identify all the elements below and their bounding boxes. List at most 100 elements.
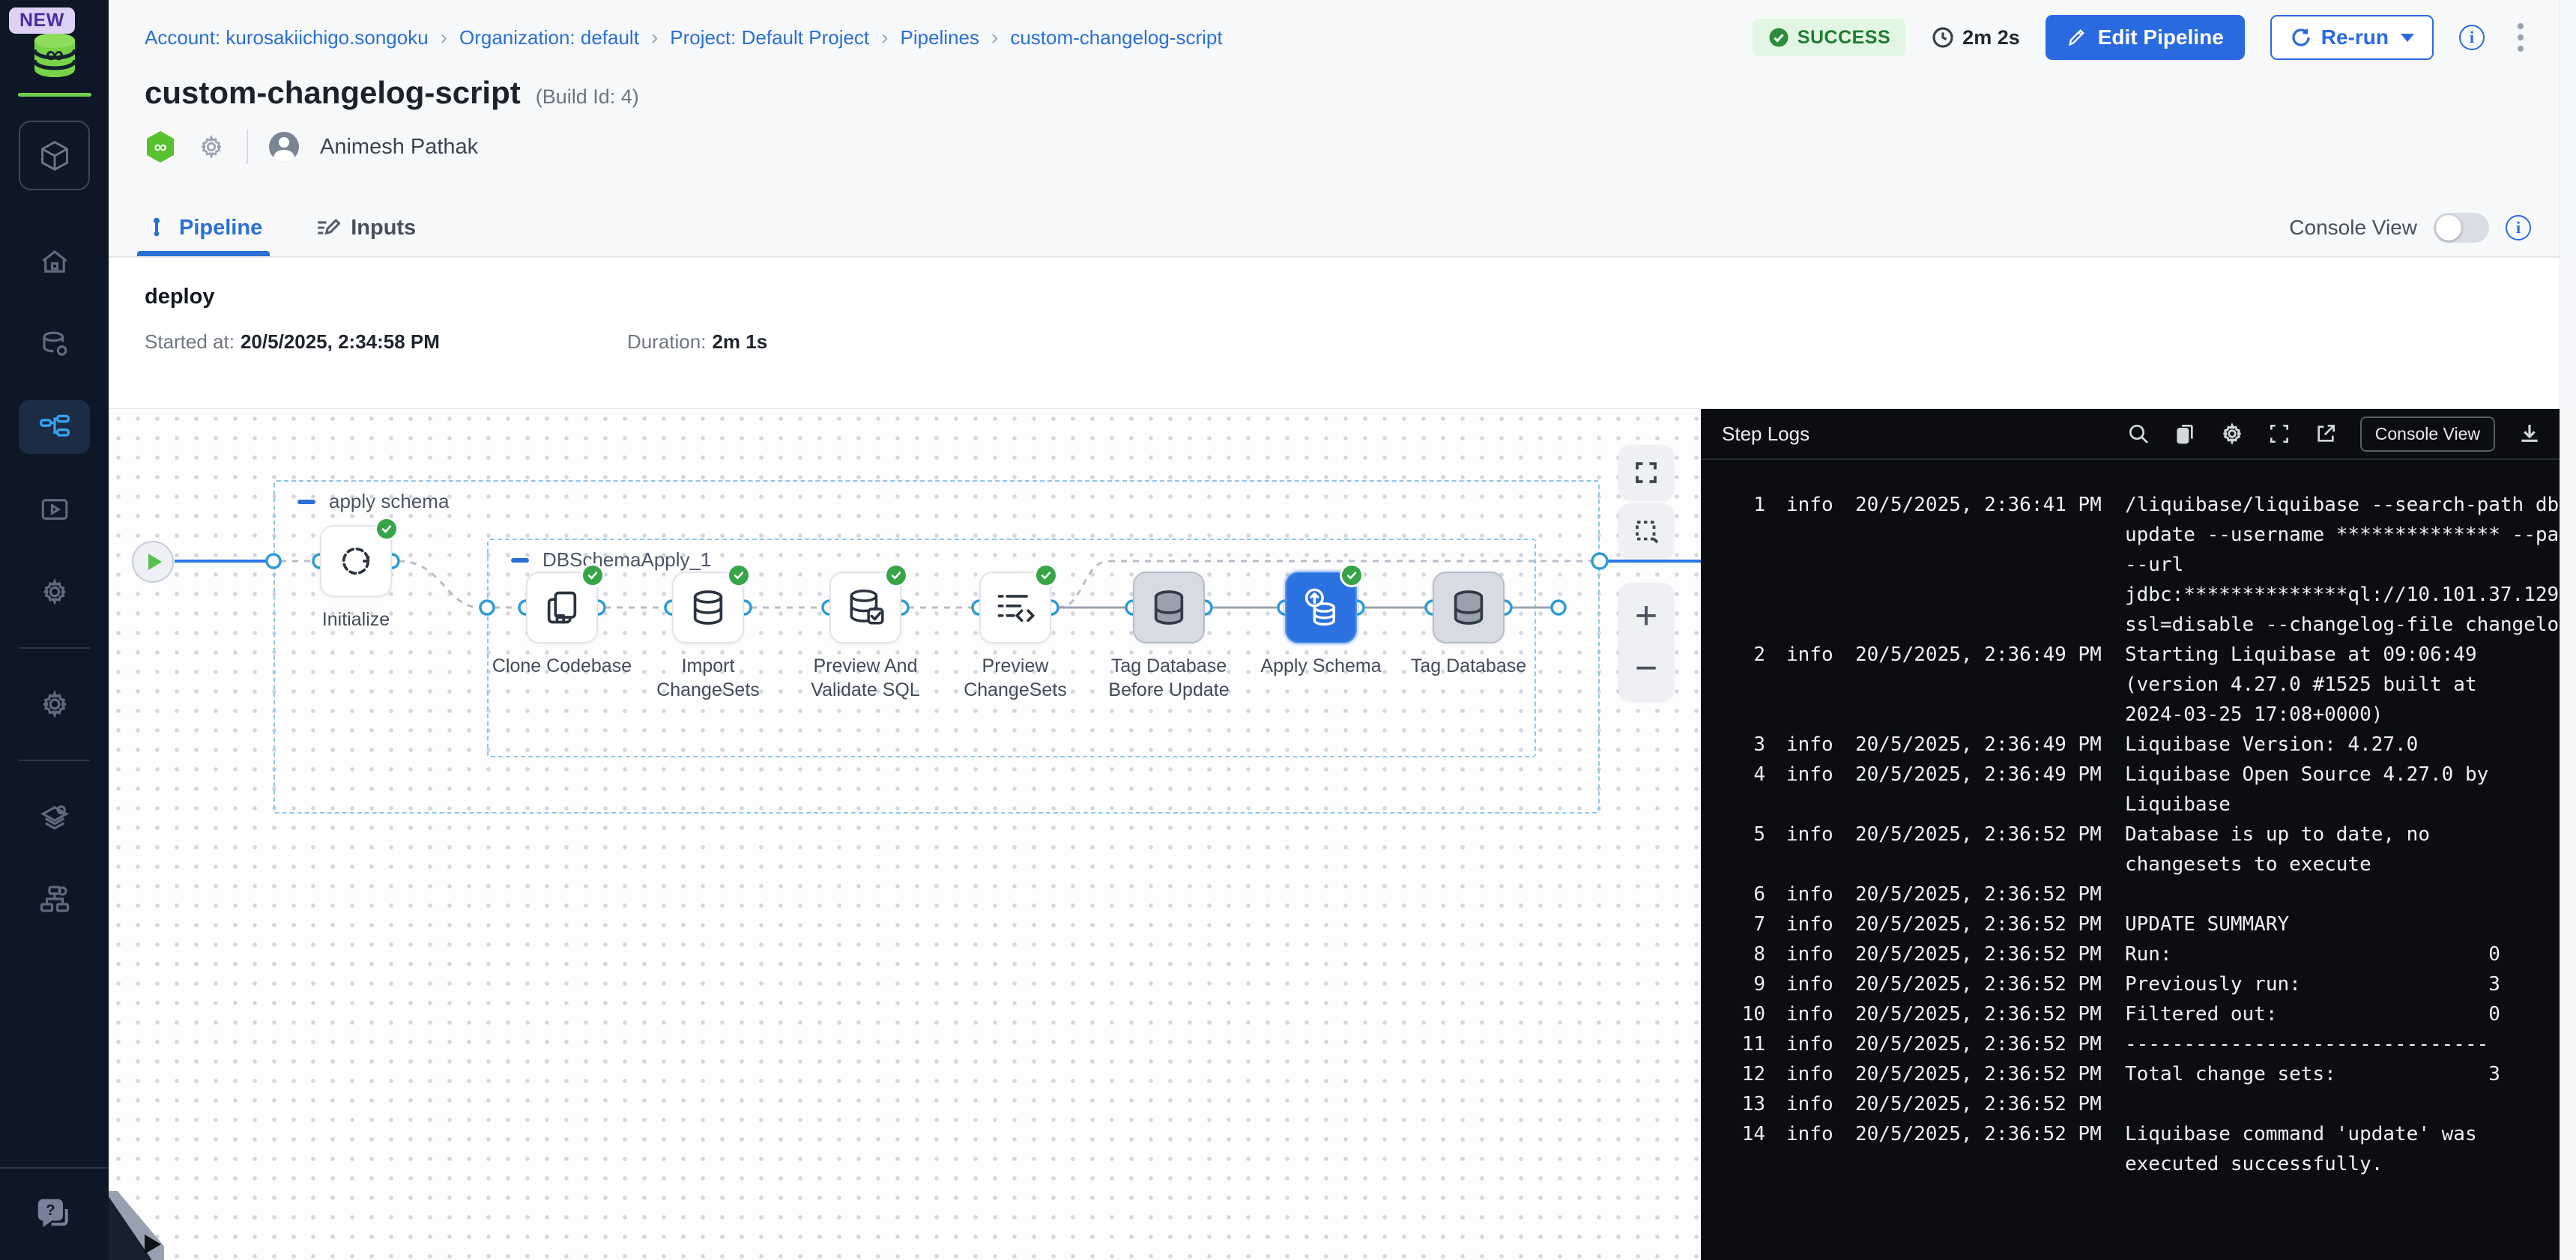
breadcrumb-item[interactable]: Pipelines	[900, 26, 979, 49]
help-chat-button[interactable]: ?	[32, 1194, 77, 1238]
log-line: 6info20/5/2025, 2:36:52 PM	[1723, 879, 2576, 909]
stage-name: deploy	[145, 285, 2540, 309]
log-line: 14info20/5/2025, 2:36:52 PMLiquibase com…	[1723, 1119, 2576, 1179]
log-line-number: 3	[1723, 730, 1765, 760]
expand-logs-icon[interactable]	[2267, 422, 2291, 446]
log-message: Previously run: 3	[2125, 969, 2576, 999]
pipeline-step-import-changesets[interactable]	[672, 572, 744, 643]
pipeline-step-apply-schema[interactable]	[1285, 572, 1357, 643]
log-line: 13info20/5/2025, 2:36:52 PM	[1723, 1089, 2576, 1119]
canvas-fullscreen-button[interactable]	[1618, 445, 1674, 500]
success-check-icon	[1034, 563, 1058, 587]
sidebar-item-project-settings[interactable]	[19, 677, 90, 731]
rerun-info-icon[interactable]: i	[2459, 25, 2485, 50]
log-message: Database is up to date, no changesets to…	[2125, 820, 2576, 879]
meta-divider	[247, 130, 248, 164]
database-filled-icon	[1434, 573, 1503, 642]
console-view-info-icon[interactable]: i	[2506, 215, 2531, 240]
pipeline-step-tag-database[interactable]	[1433, 572, 1505, 643]
sidebar-item-environments[interactable]	[19, 790, 90, 843]
success-check-icon	[581, 563, 605, 587]
download-logs-icon[interactable]	[2518, 422, 2542, 446]
gear-icon	[39, 576, 70, 608]
log-level: info	[1786, 640, 1834, 730]
group-label-apply-schema: apply schema	[297, 490, 449, 513]
execution-play-icon	[39, 494, 70, 525]
sidebar-item-home[interactable]	[19, 235, 90, 289]
log-line-number: 7	[1723, 909, 1765, 939]
collapse-icon[interactable]	[297, 500, 315, 504]
sidebar-item-services[interactable]	[19, 872, 90, 926]
svg-text:∞: ∞	[154, 137, 166, 157]
copy-icon[interactable]	[2173, 422, 2197, 446]
pipeline-step-tag-database-before-update[interactable]	[1133, 572, 1205, 643]
pipeline-canvas[interactable]: apply schema DBSchemaApply_1	[109, 409, 1701, 1260]
log-level: info	[1786, 730, 1834, 760]
zoom-in-button[interactable]: +	[1635, 590, 1657, 642]
pipeline-step-initialize[interactable]	[320, 525, 392, 597]
step-logs-body[interactable]: 1info20/5/2025, 2:36:41 PM/liquibase/liq…	[1701, 460, 2576, 1260]
tabs: Pipeline Inputs	[145, 199, 416, 256]
breadcrumb-item[interactable]: Account: kurosakiichigo.songoku	[145, 26, 429, 49]
step-label: Tag Database	[1394, 654, 1544, 678]
open-external-icon[interactable]	[2314, 422, 2338, 446]
infinity-glyph: ∞	[45, 40, 63, 69]
rerun-button[interactable]: Re-run	[2270, 15, 2434, 60]
log-line-number: 10	[1723, 999, 1765, 1029]
log-settings-gear-icon[interactable]	[2219, 421, 2245, 446]
success-check-icon	[1340, 563, 1364, 587]
breadcrumb-item[interactable]: Project: Default Project	[670, 26, 869, 49]
pipeline-start-node[interactable]	[132, 541, 174, 583]
log-message: Liquibase Version: 4.27.0	[2125, 730, 2576, 760]
stage-info-bar: deploy Started at:20/5/2025, 2:34:58 PM …	[109, 258, 2576, 408]
log-line-number: 6	[1723, 879, 1765, 909]
breadcrumb-separator: ›	[651, 25, 658, 49]
more-options-menu[interactable]	[2510, 19, 2531, 56]
breadcrumb-item[interactable]: Organization: default	[459, 26, 639, 49]
log-line-number: 13	[1723, 1089, 1765, 1119]
step-label: Apply Schema	[1246, 654, 1396, 678]
sidebar: NEW ∞	[0, 0, 109, 1260]
log-level: info	[1786, 1059, 1834, 1089]
canvas-select-button[interactable]	[1618, 503, 1674, 559]
log-line: 5info20/5/2025, 2:36:52 PMDatabase is up…	[1723, 820, 2576, 879]
gear-bold-icon	[38, 688, 71, 721]
new-badge: NEW	[9, 7, 75, 34]
zoom-out-button[interactable]: −	[1635, 642, 1657, 694]
logs-console-view-button[interactable]: Console View	[2360, 417, 2495, 452]
sidebar-item-executions[interactable]	[19, 482, 90, 536]
pipeline-settings-gear-icon[interactable]	[197, 133, 226, 161]
avatar	[269, 132, 299, 162]
sidebar-item-triggers-settings[interactable]	[19, 565, 90, 619]
play-icon	[148, 554, 162, 570]
breadcrumb-item[interactable]: custom-changelog-script	[1010, 26, 1222, 49]
console-view-control: Console View i	[2289, 213, 2531, 243]
logo-underline	[18, 93, 91, 97]
console-view-toggle[interactable]	[2434, 213, 2489, 243]
log-timestamp: 20/5/2025, 2:36:49 PM	[1855, 640, 2104, 730]
pipeline-step-clone-codebase[interactable]	[526, 572, 598, 643]
page-scrollbar[interactable]	[2560, 0, 2576, 1260]
search-icon[interactable]	[2126, 422, 2150, 446]
database-devops-logo[interactable]: ∞	[30, 31, 79, 78]
sidebar-item-module[interactable]	[19, 121, 90, 190]
breadcrumb-separator: ›	[441, 25, 447, 49]
log-level: info	[1786, 1089, 1834, 1119]
collapse-icon[interactable]	[511, 558, 529, 563]
sidebar-bottom: ?	[0, 1167, 109, 1260]
pipeline-step-preview-changesets[interactable]	[979, 572, 1051, 643]
fullscreen-icon	[1633, 459, 1660, 486]
sidebar-item-database[interactable]	[19, 318, 90, 372]
tab-inputs[interactable]: Inputs	[315, 199, 416, 256]
stage-meta: Started at:20/5/2025, 2:34:58 PM Duratio…	[145, 330, 2540, 354]
content: apply schema DBSchemaApply_1	[109, 408, 2576, 1260]
tab-pipeline[interactable]: Pipeline	[145, 199, 262, 256]
log-line-number: 5	[1723, 820, 1765, 879]
pipeline-step-preview-and-validate-sql[interactable]	[829, 572, 901, 643]
log-line: 3info20/5/2025, 2:36:49 PMLiquibase Vers…	[1723, 730, 2576, 760]
sidebar-item-pipelines[interactable]	[19, 400, 90, 454]
status-text: SUCCESS	[1798, 27, 1890, 49]
sidebar-divider	[19, 760, 90, 761]
edit-pipeline-button[interactable]: Edit Pipeline	[2046, 15, 2245, 60]
success-check-icon	[727, 563, 751, 587]
